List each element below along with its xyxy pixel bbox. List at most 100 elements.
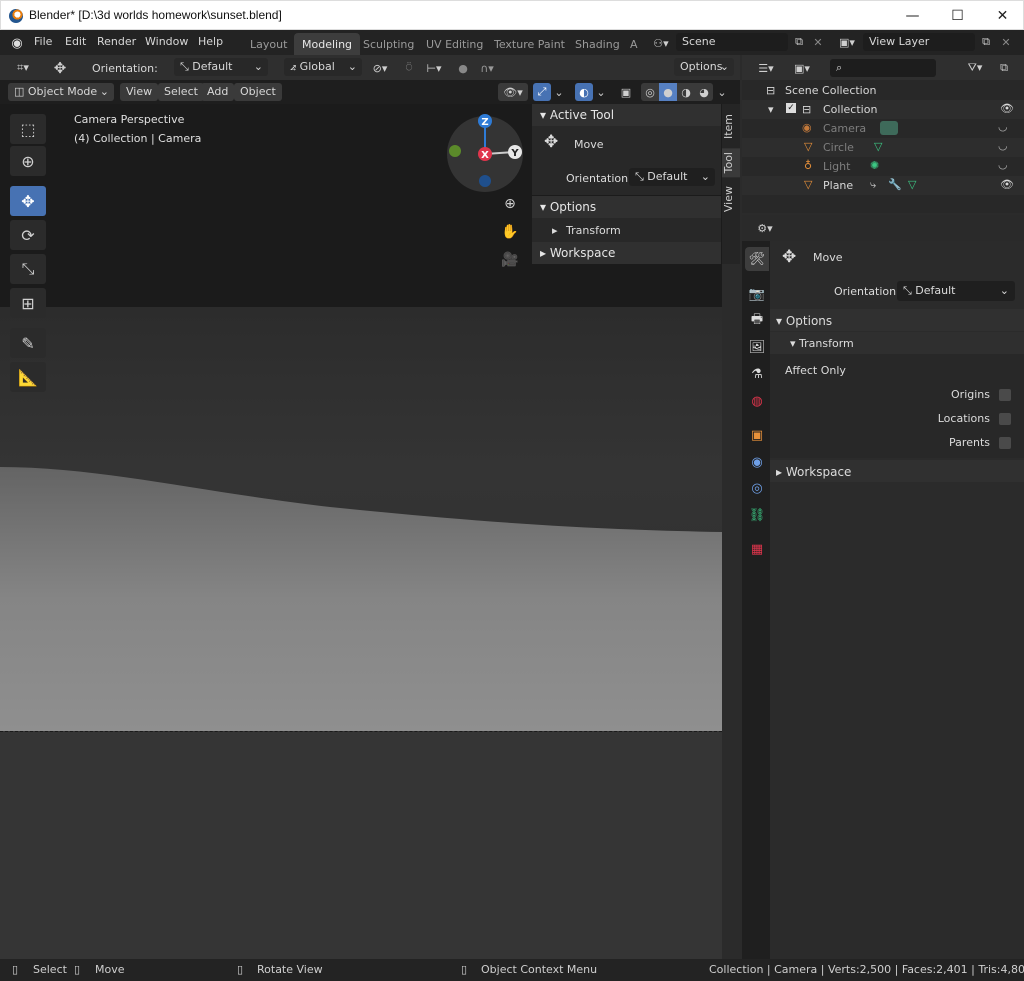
chevron-down-icon[interactable]: ⌄ xyxy=(552,83,566,101)
measure-tool-icon[interactable]: 📐 xyxy=(10,362,46,392)
snap-icon[interactable]: ⍥ xyxy=(399,59,419,77)
output-tab-icon[interactable]: 🖶 xyxy=(745,309,769,333)
world-tab-icon[interactable]: ◍ xyxy=(745,389,769,413)
filter-icon[interactable]: ⛛▾ xyxy=(960,59,990,77)
scene-tab-icon[interactable]: ⚗ xyxy=(745,362,769,386)
object-menu[interactable]: Object xyxy=(234,83,282,101)
xray-toggle-icon[interactable]: ▣ xyxy=(617,83,635,101)
show-gizmo-icon[interactable]: ⤢ xyxy=(533,83,551,101)
menu-render[interactable]: Render xyxy=(97,35,136,48)
zoom-icon[interactable]: ⊕ xyxy=(500,194,520,214)
eye-icon[interactable]: 👁 xyxy=(1000,102,1014,115)
rendered-shading-icon[interactable]: ◕ xyxy=(695,83,713,101)
rotate-tool-icon[interactable]: ⟳ xyxy=(10,220,46,250)
options-panel-header[interactable]: ▾ Options xyxy=(770,309,1024,331)
options-panel-header[interactable]: ▾ Options xyxy=(532,196,721,218)
scene-field[interactable]: Scene xyxy=(676,33,788,51)
object-tab-icon[interactable]: ▣ xyxy=(745,423,769,447)
tab-sculpting[interactable]: Sculpting xyxy=(355,33,422,55)
close-button[interactable]: ✕ xyxy=(980,1,1024,31)
gizmo-neg-y-axis[interactable] xyxy=(449,145,461,157)
maximize-button[interactable]: ☐ xyxy=(935,1,980,31)
minimize-button[interactable]: — xyxy=(890,1,935,31)
annotate-tool-icon[interactable]: ✎ xyxy=(10,328,46,358)
tool-tab-icon[interactable]: 🛠 xyxy=(745,247,769,271)
tab-layout[interactable]: Layout xyxy=(242,33,295,55)
render-tab-icon[interactable]: 📷 xyxy=(745,282,769,306)
gizmo-neg-z-axis[interactable] xyxy=(479,175,491,187)
cursor-tool-icon[interactable]: ⊕ xyxy=(10,146,46,176)
transform-pivot-icon[interactable]: ⌗▾ xyxy=(8,59,38,77)
tab-modeling[interactable]: Modeling xyxy=(294,33,361,55)
transform-tool-icon[interactable]: ⊞ xyxy=(10,288,46,318)
editor-type-icon[interactable]: ⚙▾ xyxy=(752,219,778,237)
workspace-panel-header[interactable]: ▸ Workspace xyxy=(770,460,1024,482)
select-box-tool-icon[interactable]: ⬚ xyxy=(10,114,46,144)
transform-subpanel-header[interactable]: ▾ Transform xyxy=(770,332,1024,354)
tab-shading[interactable]: Shading xyxy=(567,33,628,55)
orientation-dropdown[interactable]: ⤡ Default ⌄ xyxy=(629,168,715,186)
eye-closed-icon[interactable]: ◡ xyxy=(998,139,1008,152)
eye-closed-icon[interactable]: ◡ xyxy=(998,120,1008,133)
outliner-search-input[interactable]: ⌕ xyxy=(830,59,936,77)
falloff-icon[interactable]: ∩▾ xyxy=(473,59,501,77)
add-menu[interactable]: Add xyxy=(201,83,235,101)
view-menu[interactable]: View xyxy=(120,83,159,101)
constraints-tab-icon[interactable]: ⛓ xyxy=(745,503,769,527)
physics-tab-icon[interactable]: ◎ xyxy=(745,476,769,500)
view-layer-field[interactable]: View Layer xyxy=(863,33,975,51)
tab-more[interactable]: A xyxy=(622,33,646,55)
outliner-row-collection[interactable]: ▾ ✓ ⊟ Collection 👁 xyxy=(742,100,1024,119)
move-tool-icon[interactable]: ✥ xyxy=(10,186,46,216)
tab-uv-editing[interactable]: UV Editing xyxy=(418,33,491,55)
show-overlays-icon[interactable]: ◐ xyxy=(575,83,593,101)
delete-scene-icon[interactable]: ✕ xyxy=(809,33,827,51)
orientation-dropdown[interactable]: ⤡ Default ⌄ xyxy=(897,281,1015,301)
workspace-panel-header[interactable]: ▸ Workspace xyxy=(532,242,721,264)
transform-space-dropdown[interactable]: ⦨ Global ⌄ xyxy=(284,58,362,76)
menu-file[interactable]: File xyxy=(34,35,52,48)
menu-help[interactable]: Help xyxy=(198,35,223,48)
particles-tab-icon[interactable]: ◉ xyxy=(745,450,769,474)
chevron-down-icon[interactable]: ⌄ xyxy=(715,83,729,101)
menu-edit[interactable]: Edit xyxy=(65,35,86,48)
new-scene-icon[interactable]: ⧉ xyxy=(790,33,808,51)
active-tool-panel-header[interactable]: ▾ Active Tool xyxy=(532,104,721,126)
material-preview-icon[interactable]: ◑ xyxy=(677,83,695,101)
tab-view[interactable]: View xyxy=(722,182,740,216)
outliner-row-scene-collection[interactable]: ⊟ Scene Collection xyxy=(742,81,1024,100)
tab-item[interactable]: Item xyxy=(722,110,740,143)
eye-closed-icon[interactable]: ◡ xyxy=(998,158,1008,171)
checkbox-icon[interactable]: ✓ xyxy=(786,103,796,113)
locations-checkbox[interactable] xyxy=(999,413,1011,425)
wireframe-shading-icon[interactable]: ◎ xyxy=(641,83,659,101)
scale-tool-icon[interactable]: ⤡ xyxy=(10,254,46,284)
view-layer-tab-icon[interactable]: 🖼 xyxy=(745,335,769,359)
outliner-row-camera[interactable]: ◉ Camera ◡ xyxy=(742,119,1024,138)
eye-icon[interactable]: 👁 xyxy=(1000,178,1014,191)
tab-texture-paint[interactable]: Texture Paint xyxy=(486,33,573,55)
new-view-layer-icon[interactable]: ⧉ xyxy=(977,33,995,51)
outliner-row-plane[interactable]: ▽ Plane ⤷ 🔧 ▽ 👁 xyxy=(742,176,1024,195)
camera-view-icon[interactable]: 🎥 xyxy=(500,250,520,270)
select-menu[interactable]: Select xyxy=(158,83,204,101)
scene-selector-icon[interactable]: ⚇▾ xyxy=(648,34,674,52)
tab-tool[interactable]: Tool xyxy=(722,148,740,178)
navigation-gizmo[interactable]: Z Y X xyxy=(445,114,525,194)
orientation-dropdown[interactable]: ⤡ Default ⌄ xyxy=(174,58,268,76)
new-collection-icon[interactable]: ⧉ xyxy=(994,59,1014,77)
view-layer-selector-icon[interactable]: ▣▾ xyxy=(834,33,860,51)
mode-dropdown[interactable]: ◫ Object Mode ⌄ xyxy=(8,83,114,101)
pivot-point-icon[interactable]: ⊘▾ xyxy=(367,59,393,77)
display-mode-icon[interactable]: ▣▾ xyxy=(788,59,816,77)
pan-hand-icon[interactable]: ✋ xyxy=(500,222,520,242)
parents-checkbox[interactable] xyxy=(999,437,1011,449)
visibility-icon[interactable]: 👁▾ xyxy=(498,83,528,101)
outliner-row-light[interactable]: ♁ Light ✺ ◡ xyxy=(742,157,1024,176)
origins-checkbox[interactable] xyxy=(999,389,1011,401)
texture-tab-icon[interactable]: ▦ xyxy=(745,537,769,561)
editor-type-icon[interactable]: ☰▾ xyxy=(752,59,780,77)
blender-menu-icon[interactable]: ◉ xyxy=(8,35,26,51)
snap-target-icon[interactable]: ⊢▾ xyxy=(421,59,447,77)
outliner-row-circle[interactable]: ▽ Circle ▽ ◡ xyxy=(742,138,1024,157)
